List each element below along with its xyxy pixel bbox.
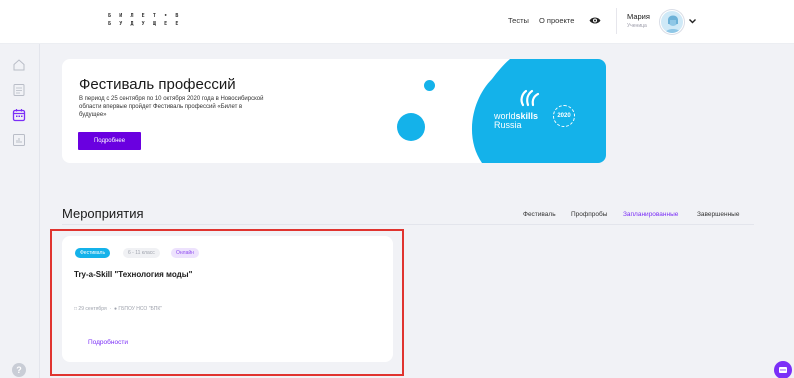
top-header: Б И Л Е Т • В Б У Д У Щ Е Е Тесты О прое… [0, 0, 794, 44]
tab-festival[interactable]: Фестиваль [523, 211, 556, 218]
tab-completed[interactable]: Завершенные [697, 211, 739, 218]
banner-title: Фестиваль профессий [79, 76, 236, 93]
nav-about-link[interactable]: О проекте [539, 16, 574, 25]
home-icon[interactable] [12, 58, 26, 72]
badge-grade: 6 - 11 класс [123, 248, 160, 258]
header-divider [616, 8, 617, 34]
tab-profproby[interactable]: Профпробы [571, 211, 607, 218]
event-details-link[interactable]: Подробности [88, 339, 128, 346]
chevron-down-icon[interactable] [688, 17, 697, 25]
decor-circle-small [424, 80, 435, 91]
logo-line-2: Б У Д У Щ Е Е [108, 21, 181, 27]
badge-online: Онлайн [171, 248, 199, 258]
logo-line-1: Б И Л Е Т • В [108, 13, 181, 19]
year-2020-badge: 2020 [553, 105, 575, 127]
eye-icon[interactable] [589, 16, 601, 25]
location-icon: ● [113, 306, 117, 312]
worldskills-logo: worldskills Russia [494, 112, 538, 130]
avatar[interactable] [660, 10, 684, 34]
user-role: Ученица [627, 23, 647, 29]
calendar-icon[interactable] [12, 108, 26, 122]
event-place: ГБПОУ НСО "БПК" [118, 306, 163, 312]
calendar-small-icon: □ [74, 306, 78, 312]
chat-icon [779, 367, 787, 373]
banner-text: В период с 25 сентября по 10 октября 202… [79, 96, 264, 118]
logo[interactable]: Б И Л Е Т • В Б У Д У Щ Е Е [108, 12, 181, 28]
sidebar: ? [0, 44, 40, 378]
worldskills-russia: Russia [494, 120, 522, 130]
tab-planned[interactable]: Запланированные [623, 211, 678, 218]
event-date: 29 сентября [78, 306, 107, 312]
section-divider [62, 224, 754, 225]
worldskills-hand-icon [520, 89, 540, 107]
user-name[interactable]: Мария [627, 12, 650, 21]
decor-circle-medium [397, 113, 425, 141]
badge-festival: Фестиваль [75, 248, 111, 258]
banner-more-button[interactable]: Подробнее [78, 132, 141, 150]
chart-icon[interactable] [12, 133, 26, 147]
events-title: Мероприятия [62, 206, 144, 221]
event-card[interactable]: Фестиваль 6 - 11 класс Онлайн Try-a-Skil… [62, 236, 393, 362]
chat-button[interactable] [774, 361, 792, 378]
festival-banner: Фестиваль профессий В период с 25 сентяб… [62, 59, 606, 163]
help-icon[interactable]: ? [12, 363, 26, 377]
avatar-icon [664, 15, 682, 33]
document-icon[interactable] [12, 83, 26, 97]
event-title: Try-a-Skill "Технология моды" [74, 270, 193, 279]
nav-tests-link[interactable]: Тесты [508, 16, 529, 25]
event-meta: □ 29 сентября · ● ГБПОУ НСО "БПК" [74, 306, 163, 312]
